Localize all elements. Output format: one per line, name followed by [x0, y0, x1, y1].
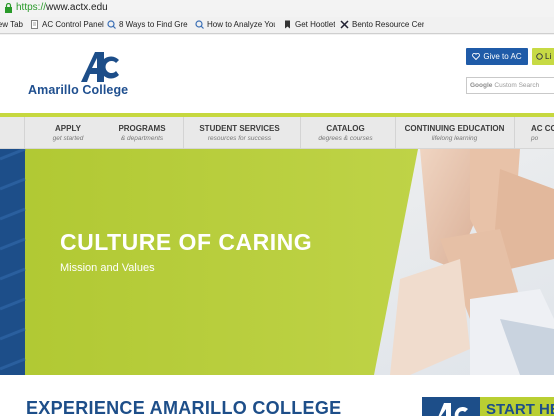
experience-heading: EXPERIENCE AMARILLO COLLEGE [26, 398, 342, 416]
bookmark-how-to-analyze[interactable]: How to Analyze You... [195, 20, 275, 29]
circle-icon [536, 53, 543, 60]
nav-item-catalog[interactable]: CATALOG degrees & courses [300, 117, 390, 149]
bookmark-icon [285, 20, 290, 29]
nav-item-ac-co[interactable]: AC CO po [514, 117, 554, 149]
url-bar[interactable]: https://www.actx.edu [0, 0, 554, 17]
bookmarks-bar: New Tab AC Control Panel 8 Ways to Find … [0, 17, 554, 34]
hero-banner[interactable]: CULTURE OF CARING Mission and Values [0, 149, 554, 375]
web-page: Amarillo College Give to AC Li Google Cu… [0, 35, 554, 416]
custom-search-input[interactable]: Google Custom Search [466, 77, 554, 94]
lock-icon [5, 3, 12, 13]
bookmark-8-ways[interactable]: 8 Ways to Find Gre... [107, 20, 188, 29]
search-placeholder: Custom Search [494, 82, 540, 89]
hero-subtitle[interactable]: Mission and Values [60, 262, 155, 274]
nav-item-continuing-education[interactable]: CONTINUING EDUCATION lifelong learning [395, 117, 513, 149]
give-to-ac-button[interactable]: Give to AC [466, 48, 528, 65]
college-name[interactable]: Amarillo College [28, 83, 128, 97]
bento-icon [340, 20, 349, 29]
start-here-label[interactable]: START HE [486, 401, 554, 416]
login-button[interactable]: Li [532, 48, 554, 65]
search-icon [107, 20, 116, 29]
document-icon [31, 20, 38, 29]
hero-title[interactable]: CULTURE OF CARING [60, 229, 312, 256]
search-brand: Google [470, 82, 493, 89]
heart-icon [472, 53, 481, 60]
main-nav: APPLY get started PROGRAMS & departments… [0, 117, 554, 149]
nav-item-programs[interactable]: PROGRAMS & departments [111, 117, 173, 149]
url-text: https://www.actx.edu [16, 2, 108, 13]
bookmark-new-tab[interactable]: New Tab [0, 20, 24, 29]
bottom-section: EXPERIENCE AMARILLO COLLEGE START HE [0, 375, 554, 416]
bookmark-get-hootlet[interactable]: Get Hootlet [283, 20, 335, 29]
nav-item-apply[interactable]: APPLY get started [24, 117, 111, 149]
ac-logo-icon[interactable] [79, 51, 119, 83]
bookmark-ac-control-panel[interactable]: AC Control Panel [30, 20, 104, 29]
bookmark-bento[interactable]: Bento Resource Cen... [340, 20, 424, 29]
nav-item-student-services[interactable]: STUDENT SERVICES resources for success [183, 117, 295, 149]
search-icon [195, 20, 204, 29]
ac-logo-small-icon [438, 403, 468, 416]
start-ac-logo [422, 397, 480, 416]
